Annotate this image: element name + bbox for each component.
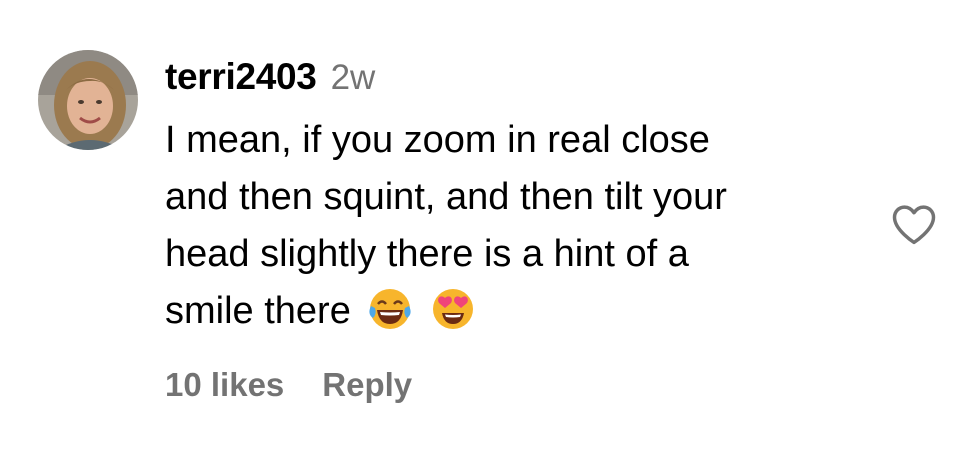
tears-of-joy-emoji-icon [367, 286, 413, 332]
comment-text-fragment: smile there [165, 290, 351, 332]
likes-count-link[interactable]: 10 likes [165, 366, 284, 404]
comment-text-line: and then squint, and then tilt your [165, 176, 727, 218]
comment-text-line-last: smile there [165, 283, 845, 340]
comment-text-line: head slightly there is a hint of a [165, 233, 689, 275]
comment-header: terri2403 2w [165, 56, 865, 108]
reply-button[interactable]: Reply [322, 366, 412, 404]
heart-outline-icon [892, 205, 936, 245]
username-link[interactable]: terri2403 [165, 56, 317, 98]
avatar[interactable] [38, 50, 138, 150]
like-button[interactable] [888, 198, 940, 250]
comment-item: terri2403 2w I mean, if you zoom in real… [0, 0, 980, 456]
comment-text-line: I mean, if you zoom in real close [165, 119, 710, 161]
heart-eyes-emoji-icon [430, 286, 476, 332]
comment-text: I mean, if you zoom in real close and th… [165, 112, 845, 340]
comment-footer: 10 likes Reply [165, 366, 412, 404]
comment-body: terri2403 2w I mean, if you zoom in real… [165, 56, 865, 340]
timestamp[interactable]: 2w [331, 58, 376, 98]
